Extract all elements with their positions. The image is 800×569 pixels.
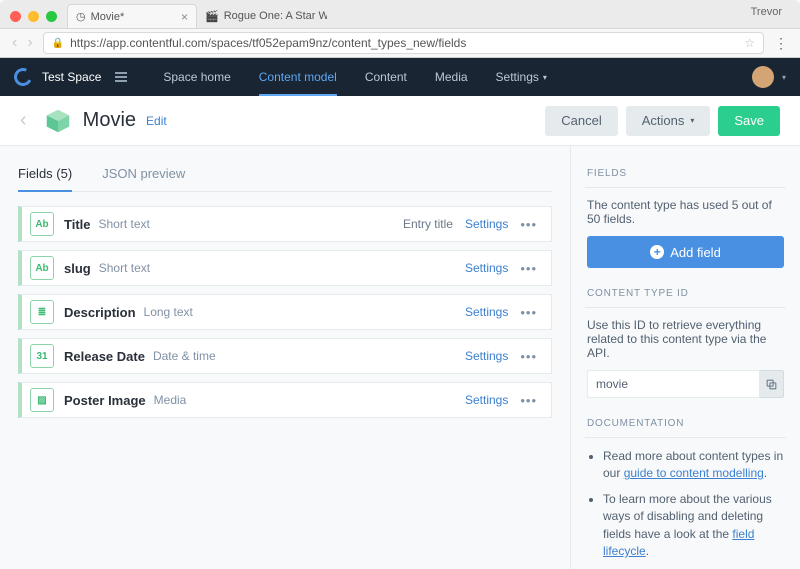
field-settings-link[interactable]: Settings: [465, 393, 508, 407]
doc-item: Read more about content types in our gui…: [603, 448, 784, 483]
close-tab-icon[interactable]: ×: [181, 10, 188, 24]
field-type-label: Long text: [144, 305, 193, 319]
space-switcher-icon[interactable]: [115, 72, 127, 82]
nav-content-model[interactable]: Content model: [245, 58, 351, 96]
favicon-icon: 🎬: [205, 10, 219, 23]
edit-title-link[interactable]: Edit: [146, 114, 167, 128]
field-name: slug: [64, 261, 91, 276]
content-type-title: Movie: [83, 109, 136, 132]
field-name: Release Date: [64, 349, 145, 364]
field-settings-link[interactable]: Settings: [465, 217, 508, 231]
nav-settings[interactable]: Settings▾: [482, 58, 561, 96]
add-field-button[interactable]: + Add field: [587, 236, 784, 268]
tab-fields[interactable]: Fields (5): [18, 160, 72, 191]
lock-icon: 🔒: [52, 38, 64, 49]
field-actions-icon[interactable]: •••: [516, 217, 541, 232]
chevron-down-icon: ▾: [690, 116, 694, 125]
sidebar-heading-documentation: DOCUMENTATION: [587, 418, 784, 429]
minimize-window-icon[interactable]: [28, 11, 39, 22]
field-settings-link[interactable]: Settings: [465, 261, 508, 275]
content-type-id-input[interactable]: [587, 370, 760, 398]
field-settings-link[interactable]: Settings: [465, 305, 508, 319]
field-type-icon: ▨: [30, 388, 54, 412]
field-name: Poster Image: [64, 393, 146, 408]
field-name: Title: [64, 217, 91, 232]
entry-title-badge: Entry title: [403, 217, 453, 231]
contentful-logo-icon: [11, 65, 34, 88]
doc-item: To learn more about the various ways of …: [603, 491, 784, 561]
actions-button[interactable]: Actions▾: [626, 106, 711, 136]
field-actions-icon[interactable]: •••: [516, 261, 541, 276]
field-row[interactable]: 31 Release Date Date & time Settings •••: [18, 338, 552, 374]
nav-space-home[interactable]: Space home: [149, 58, 244, 96]
chevron-down-icon: ▾: [543, 73, 547, 82]
field-type-label: Short text: [99, 217, 150, 231]
sidebar-heading-ctid: CONTENT TYPE ID: [587, 288, 784, 299]
fields-usage-text: The content type has used 5 out of 50 fi…: [587, 198, 784, 226]
back-chevron-icon[interactable]: ‹: [20, 109, 27, 132]
browser-tab-1[interactable]: 🎬 Rogue One: A Star Wars Story ×: [197, 4, 327, 28]
field-type-label: Media: [154, 393, 187, 407]
close-window-icon[interactable]: [10, 11, 21, 22]
field-name: Description: [64, 305, 136, 320]
content-type-icon: [43, 106, 73, 136]
nav-media[interactable]: Media: [421, 58, 482, 96]
browser-tab-title: Rogue One: A Star Wars Story: [224, 10, 327, 22]
sidebar-heading-fields: FIELDS: [587, 168, 784, 179]
browser-profile-name[interactable]: Trevor: [751, 6, 782, 18]
cancel-button[interactable]: Cancel: [545, 106, 617, 136]
field-type-label: Date & time: [153, 349, 216, 363]
address-bar[interactable]: 🔒 https://app.contentful.com/spaces/tf05…: [43, 32, 764, 54]
copy-icon: [765, 378, 778, 391]
field-row[interactable]: ≣ Description Long text Settings •••: [18, 294, 552, 330]
user-avatar[interactable]: [752, 66, 774, 88]
field-actions-icon[interactable]: •••: [516, 349, 541, 364]
field-type-icon: ≣: [30, 300, 54, 324]
field-actions-icon[interactable]: •••: [516, 305, 541, 320]
plus-icon: +: [650, 245, 664, 259]
field-row[interactable]: ▨ Poster Image Media Settings •••: [18, 382, 552, 418]
back-icon: ‹: [12, 34, 17, 52]
nav-content[interactable]: Content: [351, 58, 421, 96]
bookmark-star-icon[interactable]: ☆: [744, 36, 755, 50]
field-type-icon: Ab: [30, 256, 54, 280]
browser-tab-title: Movie*: [91, 11, 125, 23]
field-actions-icon[interactable]: •••: [516, 393, 541, 408]
save-button[interactable]: Save: [718, 106, 780, 136]
favicon-icon: ◷: [76, 10, 86, 23]
ctid-description: Use this ID to retrieve everything relat…: [587, 318, 784, 360]
field-type-icon: 31: [30, 344, 54, 368]
space-name[interactable]: Test Space: [42, 70, 101, 84]
url-text: https://app.contentful.com/spaces/tf052e…: [70, 36, 466, 50]
tab-json-preview[interactable]: JSON preview: [102, 160, 185, 191]
field-row[interactable]: Abslug Short text Settings •••: [18, 250, 552, 286]
browser-tab-0[interactable]: ◷ Movie* ×: [67, 4, 197, 28]
fullscreen-window-icon[interactable]: [46, 11, 57, 22]
field-type-label: Short text: [99, 261, 150, 275]
window-controls[interactable]: [0, 11, 67, 28]
copy-id-button[interactable]: [760, 370, 784, 398]
browser-menu-icon[interactable]: ⋮: [774, 35, 788, 52]
field-settings-link[interactable]: Settings: [465, 349, 508, 363]
chevron-down-icon: ▾: [782, 73, 786, 82]
doc-link-guide[interactable]: guide to content modelling: [624, 466, 764, 480]
forward-icon: ›: [27, 34, 32, 52]
field-type-icon: Ab: [30, 212, 54, 236]
field-row[interactable]: Ab Title Short text Entry title Settings •••: [18, 206, 552, 242]
